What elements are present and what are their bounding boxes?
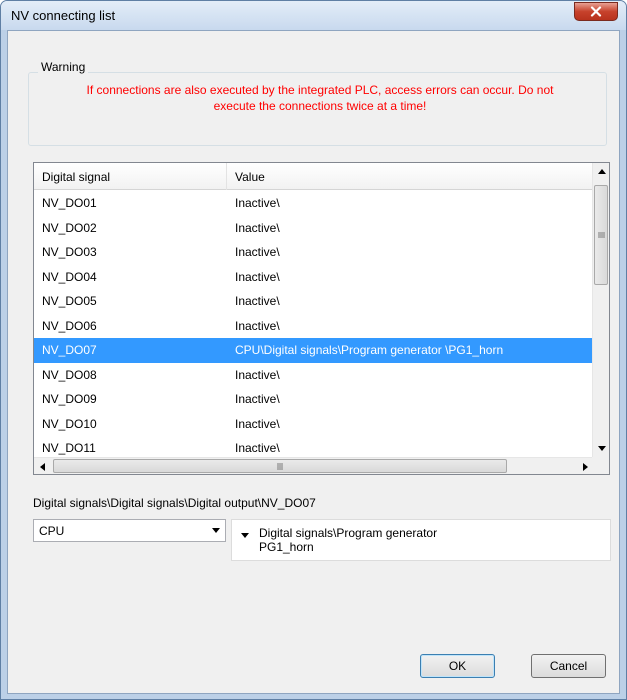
digital-signal-cell: NV_DO11 bbox=[42, 441, 96, 455]
vertical-scroll-thumb[interactable] bbox=[594, 185, 608, 285]
value-cell: Inactive\ bbox=[235, 318, 280, 333]
horizontal-scrollbar[interactable] bbox=[34, 457, 594, 474]
scrollbar-corner bbox=[592, 457, 609, 474]
grip-icon bbox=[597, 232, 605, 238]
digital-signal-cell: NV_DO07 bbox=[42, 343, 97, 357]
value-cell: Inactive\ bbox=[235, 416, 280, 431]
source-select-value: CPU bbox=[39, 524, 65, 538]
warning-legend: Warning bbox=[38, 60, 89, 74]
digital-signal-cell: NV_DO06 bbox=[42, 318, 97, 333]
table-row[interactable]: NV_DO03 Inactive\ bbox=[34, 240, 594, 265]
source-select[interactable]: CPU bbox=[33, 519, 226, 542]
signal-value-line-1: Digital signals\Program generator bbox=[259, 526, 438, 540]
warning-line-2: execute the connections twice at a time! bbox=[213, 99, 427, 113]
column-header-value[interactable]: Value bbox=[227, 163, 594, 190]
digital-signal-cell: NV_DO10 bbox=[42, 416, 97, 431]
digital-signal-cell: NV_DO09 bbox=[42, 392, 97, 406]
table-row[interactable]: NV_DO04 Inactive\ bbox=[34, 265, 594, 290]
horizontal-scroll-thumb[interactable] bbox=[53, 459, 507, 473]
title-bar[interactable]: NV connecting list bbox=[1, 1, 626, 30]
value-cell: Inactive\ bbox=[235, 220, 280, 235]
table-row[interactable]: NV_DO09 Inactive\ bbox=[34, 387, 594, 412]
table-row[interactable]: NV_DO05 Inactive\ bbox=[34, 289, 594, 314]
table-row[interactable]: NV_DO02 Inactive\ bbox=[34, 216, 594, 241]
signal-list[interactable]: Digital signal Value NV_DO01 Inactive\ NV_… bbox=[33, 162, 610, 475]
digital-signal-cell: NV_DO05 bbox=[42, 294, 97, 308]
close-button[interactable] bbox=[574, 2, 618, 21]
chevron-down-icon[interactable] bbox=[241, 533, 249, 538]
warning-message: If connections are also executed by the … bbox=[42, 82, 598, 114]
warning-line-1: If connections are also executed by the … bbox=[86, 83, 554, 97]
selected-signal-path: Digital signals\Digital signals\Digital … bbox=[33, 496, 316, 510]
scroll-up-arrow-icon[interactable] bbox=[593, 163, 610, 180]
table-row[interactable]: NV_DO10 Inactive\ bbox=[34, 412, 594, 437]
list-rows: NV_DO01 Inactive\ NV_DO02 Inactive\ NV_DO03 I… bbox=[34, 191, 594, 458]
grip-icon bbox=[277, 462, 282, 470]
chevron-down-icon[interactable] bbox=[212, 528, 220, 533]
value-cell: Inactive\ bbox=[235, 367, 280, 382]
digital-signal-cell: NV_DO01 bbox=[42, 196, 97, 210]
column-header-digital-signal[interactable]: Digital signal bbox=[34, 163, 227, 190]
table-row[interactable]: NV_DO06 Inactive\ bbox=[34, 314, 594, 339]
value-cell: Inactive\ bbox=[235, 441, 280, 455]
value-cell: Inactive\ bbox=[235, 294, 280, 308]
table-row[interactable]: NV_DO11 Inactive\ bbox=[34, 436, 594, 458]
ok-button[interactable]: OK bbox=[420, 654, 495, 678]
value-cell: CPU\Digital signals\Program generator \P… bbox=[235, 343, 504, 357]
value-cell: Inactive\ bbox=[235, 196, 280, 210]
signal-value-line-2: PG1_horn bbox=[259, 540, 314, 554]
vertical-scrollbar[interactable] bbox=[592, 163, 609, 457]
scroll-left-arrow-icon[interactable] bbox=[34, 458, 51, 475]
table-row[interactable]: NV_DO07 CPU\Digital signals\Program gener… bbox=[34, 338, 594, 363]
signal-value-selector[interactable]: Digital signals\Program generator PG1_ho… bbox=[231, 519, 611, 561]
table-row[interactable]: NV_DO08 Inactive\ bbox=[34, 363, 594, 388]
cancel-button[interactable]: Cancel bbox=[531, 654, 606, 678]
digital-signal-cell: NV_DO08 bbox=[42, 367, 97, 382]
value-cell: Inactive\ bbox=[235, 269, 280, 284]
value-cell: Inactive\ bbox=[235, 245, 280, 259]
value-cell: Inactive\ bbox=[235, 392, 280, 406]
digital-signal-cell: NV_DO02 bbox=[42, 220, 97, 235]
digital-signal-cell: NV_DO04 bbox=[42, 269, 97, 284]
list-header: Digital signal Value bbox=[34, 163, 594, 190]
digital-signal-cell: NV_DO03 bbox=[42, 245, 97, 259]
window-title: NV connecting list bbox=[11, 8, 116, 23]
scroll-down-arrow-icon[interactable] bbox=[593, 440, 610, 457]
table-row[interactable]: NV_DO01 Inactive\ bbox=[34, 191, 594, 216]
close-icon bbox=[590, 6, 602, 17]
